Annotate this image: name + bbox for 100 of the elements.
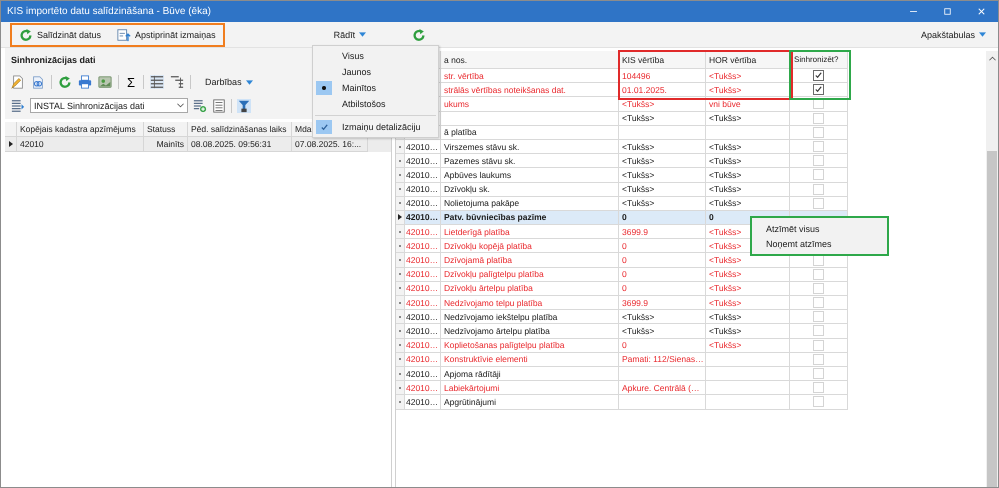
layout-icon[interactable] — [11, 98, 25, 112]
table-cell: Koplietošanas palīgtelpu platība — [441, 338, 619, 353]
table-cell: 0 — [619, 210, 706, 226]
table-cell: <Tukšs> — [706, 168, 790, 182]
table-cell: <Tukšs> — [706, 310, 790, 324]
table-cell: 42010… — [405, 182, 441, 197]
table-cell: <Tukšs> — [706, 296, 790, 310]
caret-icon — [359, 32, 366, 37]
column-header[interactable]: a nos. — [441, 51, 619, 69]
table-cell: <Tukšs> — [706, 324, 790, 339]
table-cell: 3699.9 — [619, 296, 706, 310]
add-layout-icon[interactable] — [193, 98, 207, 112]
filter-icon[interactable] — [237, 98, 251, 112]
column-header[interactable]: KIS vērtība — [619, 51, 706, 69]
table-cell: <Tukšs> — [619, 97, 706, 112]
refresh-icon[interactable] — [58, 75, 72, 89]
column-header[interactable]: HOR vērtība — [706, 51, 790, 69]
caret-icon — [979, 32, 986, 37]
table-cell: str. vērtība — [441, 69, 619, 84]
table-cell: Apkure. Centrālā (… — [619, 381, 706, 396]
table-cell: 3699.9 — [619, 225, 706, 240]
table-cell: ā platība — [441, 126, 619, 140]
table-cell: Labiekārtojumi — [441, 381, 619, 396]
subtables-menu-button[interactable]: Apakštabulas — [916, 28, 990, 42]
table-cell: <Tukšs> — [619, 324, 706, 339]
table-cell: 0 — [619, 338, 706, 353]
print-icon[interactable] — [78, 75, 92, 89]
menu-item[interactable]: Atbilstošos — [313, 96, 438, 112]
table-cell: 0 — [619, 282, 706, 296]
table-cell: 42010… — [405, 253, 441, 268]
table-cell: <Tukšs> — [706, 268, 790, 282]
menu-item[interactable]: Izmaiņu detalizāciju — [313, 119, 438, 135]
table-cell: 42010… — [405, 296, 441, 310]
close-icon[interactable] — [976, 6, 987, 17]
table-row[interactable]: 42010 Mainīts 08.08.2025. 09:56:31 07.08.2025. 16:... — [5, 137, 391, 152]
table-cell: <Tukšs> — [619, 154, 706, 168]
table-cell: Lietderīgā platība — [441, 225, 619, 240]
scroll-up-icon[interactable] — [988, 56, 996, 61]
actions-menu-button[interactable]: Darbības — [201, 75, 257, 89]
table-cell: <Tukšs> — [706, 338, 790, 353]
table-cell: 42010… — [405, 268, 441, 282]
table-cell: 42010… — [405, 282, 441, 296]
table-cell: <Tukšs> — [706, 182, 790, 197]
table-cell: Apgrūtinājumi — [441, 395, 619, 410]
table-cell: Pazemes stāvu sk. — [441, 154, 619, 168]
column-header[interactable]: Sinhronizēt? — [790, 51, 848, 69]
table-cell: strālās vērtības noteikšanas dat. — [441, 83, 619, 98]
table-cell: 42010… — [405, 395, 441, 410]
table-cell: Apjoma rādītāji — [441, 366, 619, 382]
sum-button[interactable]: Σ — [125, 74, 138, 90]
table-cell: Dzīvokļu kopējā platība — [441, 239, 619, 254]
table-cell: 42010 — [17, 137, 144, 152]
current-row-icon — [8, 141, 12, 147]
table-cell: <Tukšs> — [706, 282, 790, 296]
table-cell: 01.01.2025. — [619, 83, 706, 98]
grid-view-icon[interactable] — [150, 75, 164, 89]
table-cell: 0 — [619, 268, 706, 282]
table-cell: 42010… — [405, 338, 441, 353]
table-cell: <Tukšs> — [706, 112, 790, 126]
table-cell: 42010… — [405, 168, 441, 182]
table-cell: <Tukšs> — [706, 140, 790, 154]
table-cell: 42010… — [405, 366, 441, 382]
scrollbar[interactable] — [986, 51, 998, 487]
refresh-icon — [412, 28, 426, 42]
chevron-icon — [177, 103, 184, 108]
table-cell: Konstruktīvie elementi — [441, 352, 619, 367]
table-cell: Virszemes stāvu sk. — [441, 140, 619, 154]
document-link-icon[interactable] — [31, 75, 45, 89]
table-cell: 0 — [619, 239, 706, 254]
document-arrow-icon — [117, 28, 132, 42]
layout-dropdown[interactable]: INSTAL Sinhronizācijas dati — [30, 98, 188, 113]
table-cell: Nedzīvojamo iekštelpu platība — [441, 310, 619, 324]
table-cell: <Tukšs> — [706, 69, 790, 84]
table-cell: Nedzīvojamo telpu platība — [441, 296, 619, 310]
table-cell: <Tukšs> — [619, 182, 706, 197]
table-cell: 08.08.2025. 09:56:31 — [188, 137, 292, 152]
tree-view-icon[interactable] — [170, 75, 184, 89]
table-cell: Dzīvojamā platība — [441, 253, 619, 268]
image-icon[interactable] — [98, 75, 112, 89]
compare-button[interactable]: Salīdzināt datus — [15, 26, 106, 44]
table-cell: Mainīts — [144, 137, 188, 152]
table-cell: 42010… — [405, 140, 441, 154]
table-cell: 42010… — [405, 154, 441, 168]
table-cell: Dzīvokļu sk. — [441, 182, 619, 197]
maximize-icon[interactable] — [942, 6, 953, 17]
table-cell: Nedzīvojamo ārtelpu platība — [441, 324, 619, 339]
checkbox[interactable] — [813, 70, 824, 82]
new-document-icon[interactable] — [11, 75, 25, 89]
view-menu-button[interactable]: Rādīt — [330, 28, 370, 42]
menu-item[interactable]: Mainītos — [313, 80, 438, 96]
table-cell: 0 — [619, 253, 706, 268]
table-cell: Apbūves laukums — [441, 168, 619, 182]
refresh-icon — [19, 28, 33, 42]
table-cell: <Tukšs> — [619, 168, 706, 182]
table-cell: <Tukšs> — [706, 154, 790, 168]
table-cell: Pamati: 112/Sienas… — [619, 352, 706, 367]
table-cell: 42010… — [405, 310, 441, 324]
list-icon[interactable] — [212, 98, 226, 112]
checkbox[interactable] — [813, 84, 824, 96]
approve-button[interactable]: Apstiprināt izmaiņas — [113, 26, 220, 44]
